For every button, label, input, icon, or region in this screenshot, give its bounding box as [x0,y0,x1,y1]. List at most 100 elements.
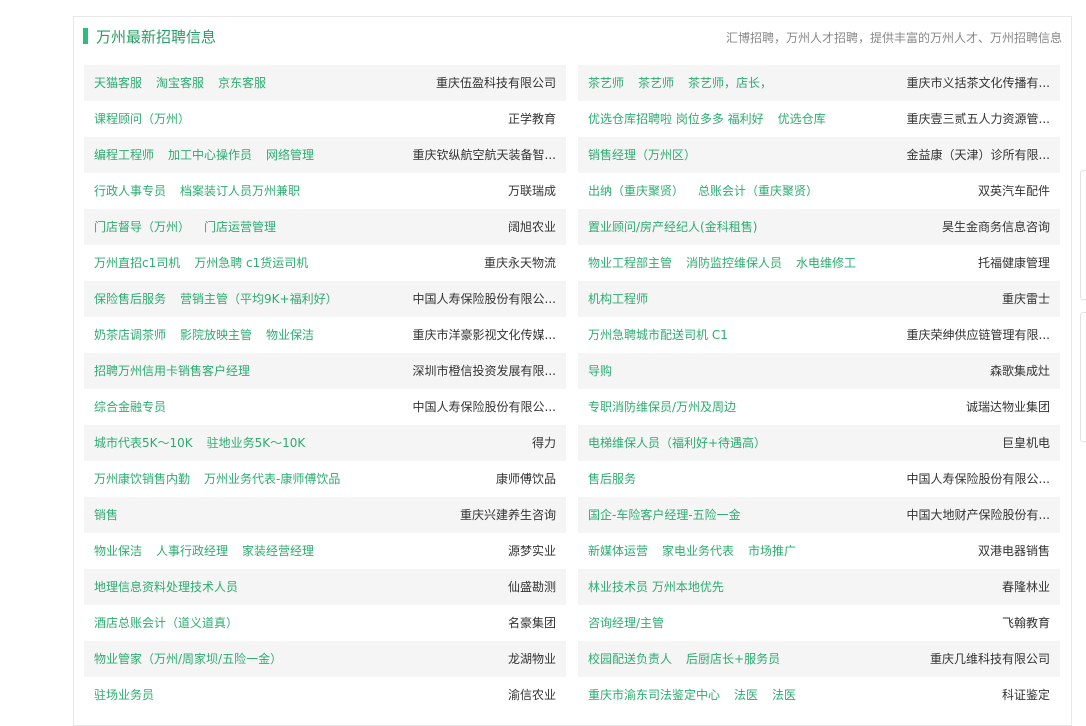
company-link[interactable]: 科证鉴定 [1002,677,1050,713]
company-link[interactable]: 重庆钦纵航空航天装备智... [413,137,556,173]
company-link[interactable]: 得力 [532,425,556,461]
company-link[interactable]: 诚瑞达物业集团 [966,389,1050,425]
job-link[interactable]: 网络管理 [266,148,314,162]
company-link[interactable]: 重庆伍盈科技有限公司 [436,65,556,101]
company-link[interactable]: 春隆林业 [1002,569,1050,605]
job-link[interactable]: 万州直招c1司机 [94,256,180,270]
company-link[interactable]: 万联瑞成 [508,173,556,209]
company-link[interactable]: 康师傅饮品 [496,461,556,497]
job-link[interactable]: 保险售后服务 [94,292,166,306]
company-link[interactable]: 重庆雷士 [1002,281,1050,317]
job-link[interactable]: 售后服务 [588,472,636,486]
company-link[interactable]: 深圳市橙信投资发展有限... [413,353,556,389]
job-link[interactable]: 万州业务代表-康师傅饮品 [204,472,340,486]
job-link[interactable]: 法医 [772,688,796,702]
job-link[interactable]: 城市代表5K～10K [94,436,193,450]
job-link[interactable]: 咨询经理/主管 [588,616,664,630]
company-link[interactable]: 重庆荣绅供应链管理有限... [907,317,1050,353]
job-link[interactable]: 驻场业务员 [94,688,154,702]
job-link[interactable]: 门店运营管理 [204,220,276,234]
job-link[interactable]: 市场推广 [748,544,796,558]
job-link[interactable]: 驻地业务5K～10K [207,436,306,450]
job-link[interactable]: 营销主管（平均9K+福利好） [180,292,338,306]
job-link[interactable]: 编程工程师 [94,148,154,162]
job-link[interactable]: 加工中心操作员 [168,148,252,162]
company-link[interactable]: 托福健康管理 [978,245,1050,281]
job-link[interactable]: 淘宝客服 [156,76,204,90]
job-link[interactable]: 招聘万州信用卡销售客户经理 [94,364,250,378]
job-link[interactable]: 消防监控维保人员 [686,256,782,270]
company-link[interactable]: 阔旭农业 [508,209,556,245]
company-link[interactable]: 中国人寿保险股份有限公... [413,389,556,425]
job-link[interactable]: 课程顾问（万州） [94,112,190,126]
job-link[interactable]: 新媒体运营 [588,544,648,558]
job-link[interactable]: 重庆市渝东司法鉴定中心 [588,688,720,702]
side-panel-edge[interactable] [1080,312,1086,442]
job-link[interactable]: 物业保洁 [266,328,314,342]
job-link[interactable]: 专职消防维保员/万州及周边 [588,400,736,414]
job-link[interactable]: 法医 [734,688,758,702]
job-link[interactable]: 销售经理（万州区） [588,148,696,162]
job-link[interactable]: 电梯维保人员（福利好+待遇高） [588,436,766,450]
company-link[interactable]: 重庆几维科技有限公司 [930,641,1050,677]
company-link[interactable]: 正学教育 [508,101,556,137]
job-link[interactable]: 地理信息资料处理技术人员 [94,580,238,594]
job-link[interactable]: 水电维修工 [796,256,856,270]
job-cell-left: 行政人事专员 档案装订人员万州兼职 万联瑞成 [84,173,566,209]
job-link[interactable]: 家装经营经理 [242,544,314,558]
company-link[interactable]: 巨皇机电 [1002,425,1050,461]
job-link[interactable]: 总账会计（重庆聚贤） [698,184,818,198]
job-link[interactable]: 出纳（重庆聚贤） [588,184,684,198]
job-link[interactable]: 奶茶店调茶师 [94,328,166,342]
company-link[interactable]: 中国大地财产保险股份有... [907,497,1050,533]
company-link[interactable]: 双港电器销售 [978,533,1050,569]
company-link[interactable]: 金益康（天津）诊所有限... [907,137,1050,173]
job-link[interactable]: 置业顾问/房产经纪人(金科租售) [588,220,757,234]
job-link[interactable]: 万州急聘城市配送司机 C1 [588,328,728,342]
company-link[interactable]: 双英汽车配件 [978,173,1050,209]
job-link[interactable]: 茶艺师，店长， [688,76,772,90]
job-link[interactable]: 优选仓库招聘啦 岗位多多 福利好 [588,112,764,126]
job-link[interactable]: 校园配送负责人 [588,652,672,666]
job-link[interactable]: 万州康饮销售内勤 [94,472,190,486]
company-link[interactable]: 森歌集成灶 [990,353,1050,389]
job-link[interactable]: 人事行政经理 [156,544,228,558]
company-link[interactable]: 仙盛勘测 [508,569,556,605]
company-link[interactable]: 名豪集团 [508,605,556,641]
side-panel-edge[interactable] [1080,170,1086,300]
job-link[interactable]: 机构工程师 [588,292,648,306]
company-link[interactable]: 重庆市义括茶文化传播有... [907,65,1050,101]
company-link[interactable]: 重庆永天物流 [484,245,556,281]
job-link[interactable]: 国企-车险客户经理-五险一金 [588,508,741,522]
job-link[interactable]: 综合金融专员 [94,400,166,414]
company-link[interactable]: 中国人寿保险股份有限公... [907,461,1050,497]
job-link[interactable]: 影院放映主管 [180,328,252,342]
company-link[interactable]: 重庆兴建养生咨询 [460,497,556,533]
job-link[interactable]: 导购 [588,364,612,378]
job-link[interactable]: 行政人事专员 [94,184,166,198]
company-link[interactable]: 源梦实业 [508,533,556,569]
job-link[interactable]: 林业技术员 万州本地优先 [588,580,724,594]
job-link[interactable]: 销售 [94,508,118,522]
job-link[interactable]: 档案装订人员万州兼职 [180,184,300,198]
company-link[interactable]: 重庆市洋豪影视文化传媒... [413,317,556,353]
job-link[interactable]: 茶艺师 [638,76,674,90]
company-link[interactable]: 龙湖物业 [508,641,556,677]
job-link[interactable]: 优选仓库 [778,112,826,126]
company-link[interactable]: 渝信农业 [508,677,556,713]
job-link[interactable]: 物业工程部主管 [588,256,672,270]
job-link[interactable]: 家电业务代表 [662,544,734,558]
job-link[interactable]: 天猫客服 [94,76,142,90]
job-link[interactable]: 茶艺师 [588,76,624,90]
job-link[interactable]: 门店督导（万州） [94,220,190,234]
job-link[interactable]: 万州急聘 c1货运司机 [194,256,308,270]
job-link[interactable]: 酒店总账会计（道义道真） [94,616,238,630]
job-link[interactable]: 京东客服 [218,76,266,90]
company-link[interactable]: 昊生金商务信息咨询 [942,209,1050,245]
job-link[interactable]: 物业管家（万州/周家坝/五险一金） [94,652,282,666]
company-link[interactable]: 中国人寿保险股份有限公... [413,281,556,317]
job-link[interactable]: 后厨店长+服务员 [686,652,780,666]
job-link[interactable]: 物业保洁 [94,544,142,558]
company-link[interactable]: 重庆壹三贰五人力资源管... [907,101,1050,137]
company-link[interactable]: 飞翰教育 [1002,605,1050,641]
